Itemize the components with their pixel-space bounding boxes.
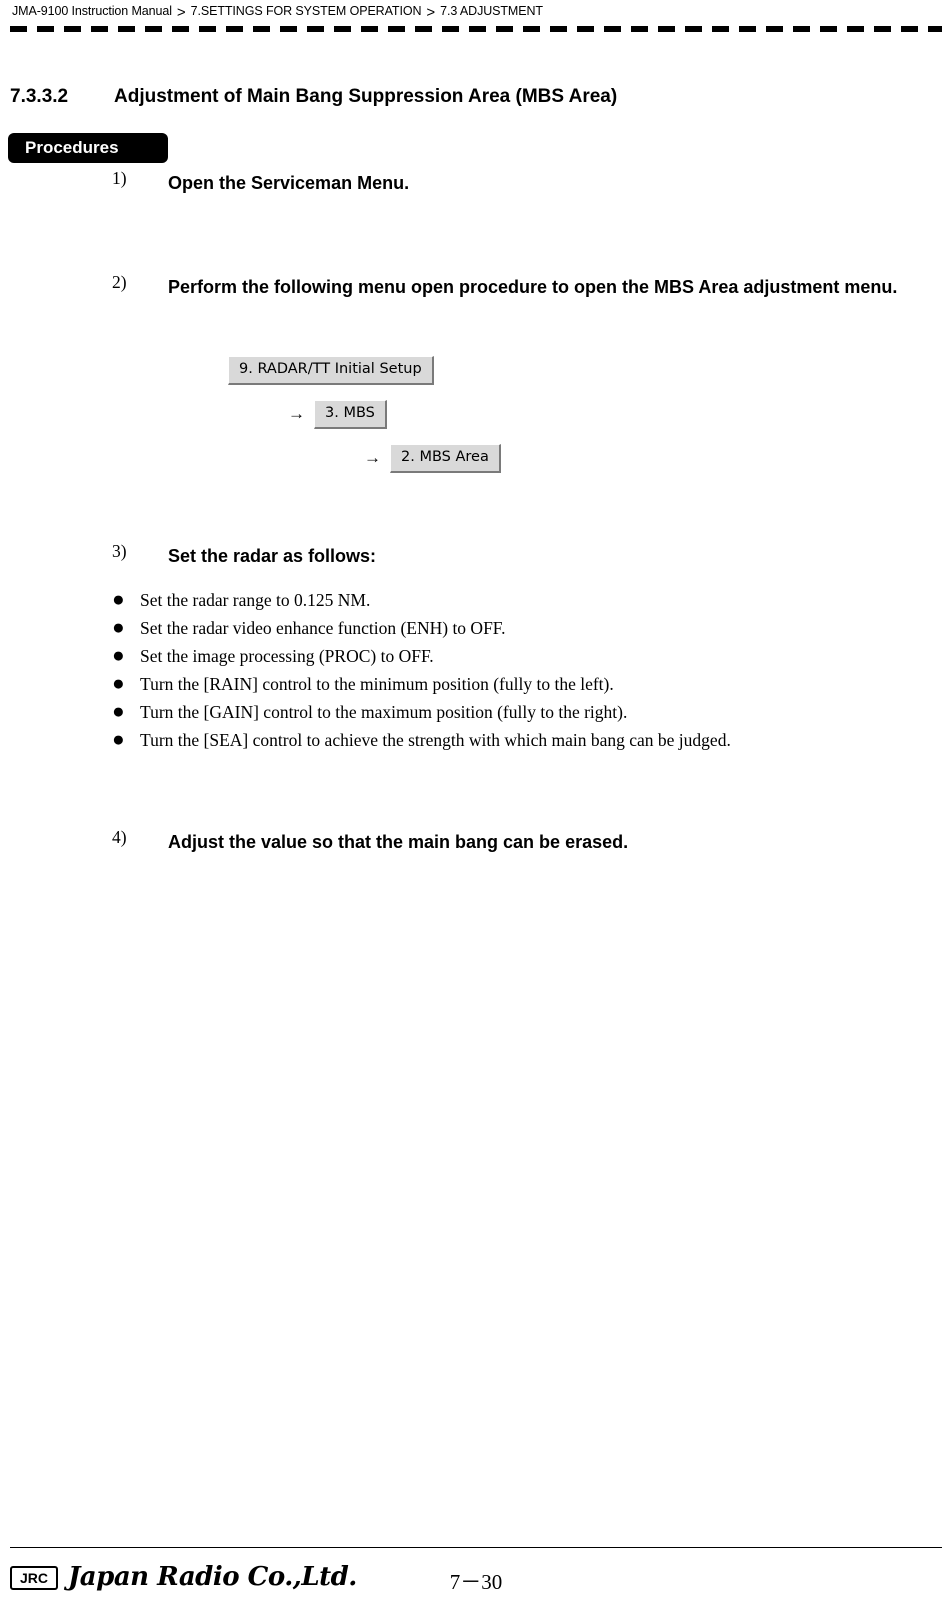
menu-path-row-3: → 2. MBS Area xyxy=(0,443,952,473)
page-number: 7－30 xyxy=(449,1570,503,1594)
page-title: 7.3.3.2 Adjustment of Main Bang Suppressi… xyxy=(10,86,617,108)
header-dashed-divider xyxy=(10,26,942,32)
arrow-right-icon: → xyxy=(288,404,305,423)
bullet-dot-icon: ● xyxy=(112,587,125,611)
menu-item-mbs[interactable]: 3. MBS xyxy=(314,399,387,429)
procedures-badge: Procedures xyxy=(8,133,168,163)
list-item: ● Turn the [SEA] control to achieve the … xyxy=(112,726,912,754)
bullet-dot-icon: ● xyxy=(112,643,125,667)
menu-item-mbs-area[interactable]: 2. MBS Area xyxy=(390,443,501,473)
step-3-marker: 3) xyxy=(112,541,127,561)
bullet-dot-icon: ● xyxy=(112,615,125,639)
list-item-text: Set the radar video enhance function (EN… xyxy=(140,618,506,638)
breadcrumb-chapter: 7.SETTINGS FOR SYSTEM OPERATION xyxy=(190,4,422,18)
list-item-text: Turn the [GAIN] control to the maximum p… xyxy=(140,702,628,722)
menu-path-flow: 9. RADAR/TT Initial Setup → 3. MBS → 2. … xyxy=(0,355,952,487)
list-item-text: Turn the [SEA] control to achieve the st… xyxy=(140,730,731,750)
list-item: ● Set the radar video enhance function (… xyxy=(112,614,912,642)
list-item: ● Set the image processing (PROC) to OFF… xyxy=(112,642,912,670)
step-4-marker: 4) xyxy=(112,827,127,847)
step-2-text: Perform the following menu open procedur… xyxy=(168,277,898,297)
arrow-right-icon: → xyxy=(364,448,381,467)
breadcrumb-separator: > xyxy=(176,3,186,21)
list-item: ● Turn the [GAIN] control to the maximum… xyxy=(112,698,912,726)
list-item-text: Set the image processing (PROC) to OFF. xyxy=(140,646,434,666)
menu-item-radar-tt-initial-setup[interactable]: 9. RADAR/TT Initial Setup xyxy=(228,355,434,385)
breadcrumb-manual-title: JMA-9100 Instruction Manual xyxy=(12,4,172,18)
list-item-text: Set the radar range to 0.125 NM. xyxy=(140,590,371,610)
bullet-dot-icon: ● xyxy=(112,671,125,695)
list-item-text: Turn the [RAIN] control to the minimum p… xyxy=(140,674,614,694)
breadcrumb-section: 7.3 ADJUSTMENT xyxy=(440,4,543,18)
page-footer: JRC Japan Radio Co.,Ltd. 7－30 xyxy=(0,1554,952,1602)
step-1-marker: 1) xyxy=(112,168,127,188)
step-1-text: Open the Serviceman Menu. xyxy=(168,173,410,193)
step-3-text: Set the radar as follows: xyxy=(168,546,377,566)
bullet-dot-icon: ● xyxy=(112,727,125,751)
breadcrumb: JMA-9100 Instruction Manual > 7.SETTINGS… xyxy=(0,0,952,22)
list-item: ● Set the radar range to 0.125 NM. xyxy=(112,586,912,614)
section-title: Adjustment of Main Bang Suppression Area… xyxy=(114,86,618,107)
section-number: 7.3.3.2 xyxy=(10,86,69,107)
step-2-marker: 2) xyxy=(112,272,127,292)
bullet-dot-icon: ● xyxy=(112,699,125,723)
menu-path-row-2: → 3. MBS xyxy=(0,399,952,429)
footer-divider xyxy=(10,1547,942,1548)
menu-path-row-1: 9. RADAR/TT Initial Setup xyxy=(0,355,952,385)
list-item: ● Turn the [RAIN] control to the minimum… xyxy=(112,670,912,698)
step-4-text: Adjust the value so that the main bang c… xyxy=(168,832,629,852)
procedures-badge-label: Procedures xyxy=(25,138,119,157)
breadcrumb-separator: > xyxy=(426,3,436,21)
settings-bullet-list: ● Set the radar range to 0.125 NM. ● Set… xyxy=(112,586,912,754)
